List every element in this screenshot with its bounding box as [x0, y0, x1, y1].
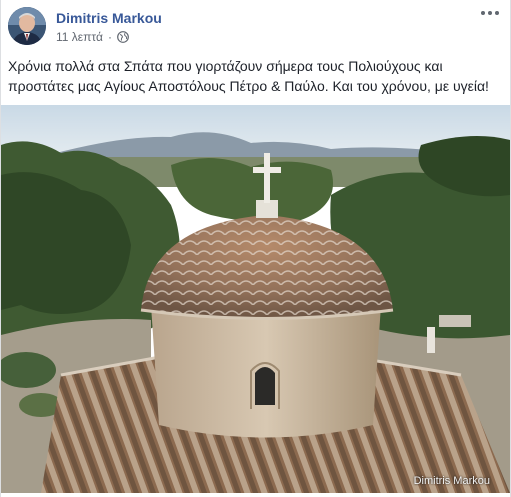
more-dot	[481, 11, 485, 15]
post-meta: 11 λεπτά ·	[56, 30, 129, 44]
more-options-icon[interactable]	[480, 6, 500, 20]
meta-separator: ·	[107, 30, 112, 44]
more-dot	[495, 11, 499, 15]
globe-icon[interactable]	[117, 31, 129, 43]
author-name-link[interactable]: Dimitris Markou	[56, 10, 162, 26]
post-timestamp[interactable]: 11 λεπτά	[56, 30, 103, 44]
more-dot	[488, 11, 492, 15]
post-text: Χρόνια πολλά στα Σπάτα που γιορτάζουν σή…	[8, 58, 489, 94]
post-photo[interactable]: Dimitris Markou	[1, 105, 510, 493]
photo-watermark: Dimitris Markou	[413, 475, 490, 487]
post-header: Dimitris Markou 11 λεπτά ·	[1, 0, 510, 50]
facebook-post: Dimitris Markou 11 λεπτά · Χρόνια πολλά …	[0, 0, 511, 497]
author-avatar[interactable]	[8, 7, 46, 45]
